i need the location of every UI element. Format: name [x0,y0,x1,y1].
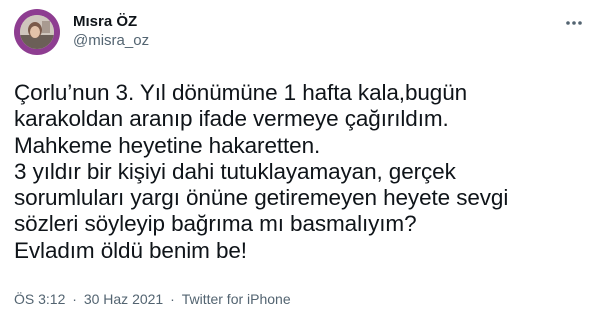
meta-separator: · [72,291,77,307]
more-options-button[interactable] [562,16,586,30]
tweet-source-link[interactable]: Twitter for iPhone [182,291,291,307]
avatar[interactable] [14,9,60,55]
profile-photo-icon [20,15,54,49]
tweet-text: Çorlu’nun 3. Yıl dönümüne 1 hafta kala,b… [14,80,509,263]
tweet-card: Mısra ÖZ @misra_oz Çorlu’nun 3. Yıl dönü… [0,0,593,323]
more-dots-icon [566,21,582,25]
tweet-metadata: ÖS 3:12 · 30 Haz 2021 · Twitter for iPho… [14,291,291,307]
meta-separator: · [170,291,175,307]
author-info: Mısra ÖZ @misra_oz [73,13,149,50]
display-name[interactable]: Mısra ÖZ [73,13,149,31]
tweet-time[interactable]: ÖS 3:12 [14,291,65,307]
tweet-date[interactable]: 30 Haz 2021 [84,291,163,307]
user-handle[interactable]: @misra_oz [73,32,149,50]
